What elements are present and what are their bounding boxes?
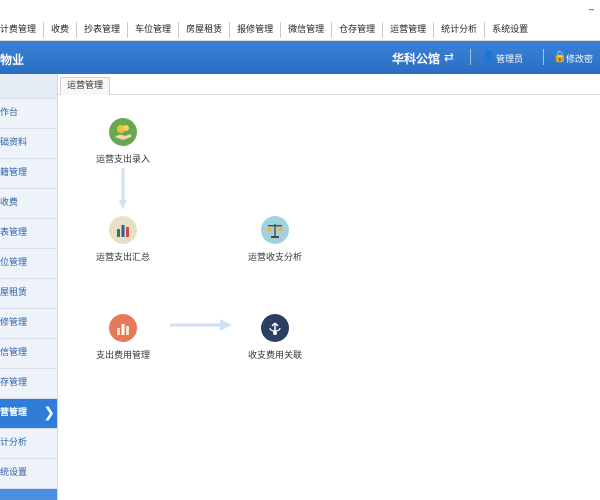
node-label: 运营收支分析 [247,253,302,263]
organization-name: 华科公馆 [392,52,441,66]
menu-repair[interactable]: 报修管理 [230,22,282,38]
sidebar-item-repair[interactable]: 修管理 [0,309,57,339]
menu-charge[interactable]: 收费 [44,22,78,38]
node-label: 运营支出汇总 [95,253,150,263]
sidebar-top [0,74,57,99]
header-divider [543,49,544,65]
menu-settings[interactable]: 系统设置 [485,22,535,38]
app-header: 物业 华科公馆 ⇄ 👤 管理员 🔒 修改密 [0,41,600,74]
sidebar-item-registry[interactable]: 籍管理 [0,159,57,189]
sidebar-item-operations[interactable]: 营管理 ❯ [0,399,57,429]
bar-chart-icon [109,216,137,244]
menu-billing[interactable]: 计费管理 [0,22,45,38]
menu-operations[interactable]: 运营管理 [383,22,435,38]
share-link-icon [261,314,289,342]
lock-icon: 🔒 [553,50,567,63]
menu-meter-reading[interactable]: 抄表管理 [77,22,129,38]
top-menu-bar: 计费管理 收费 抄表管理 车位管理 房屋租赁 报修管理 微信管理 仓存管理 运营… [0,0,600,41]
switch-icon[interactable]: ⇄ [444,50,454,64]
tab-bar: 运营管理 [58,74,600,95]
user-icon: 👤 [482,50,496,63]
node-expense-summary[interactable]: 运营支出汇总 [88,216,158,263]
app-title: 物业 [0,53,25,67]
node-expense-entry[interactable]: 运营支出录入 [88,118,158,165]
arrow-right-connector [170,319,232,331]
sidebar-item-wechat[interactable]: 信管理 [0,339,57,369]
node-label: 收支费用关联 [247,351,302,361]
node-income-expense-link[interactable]: 收支费用关联 [240,314,310,361]
change-password-link[interactable]: 修改密 [566,52,593,65]
sidebar-item-rental[interactable]: 屋租赁 [0,279,57,309]
sidebar-item-settings[interactable]: 统设置 [0,459,57,489]
bar-chart-icon [109,314,137,342]
menu-parking[interactable]: 车位管理 [128,22,180,38]
menu-warehouse[interactable]: 仓存管理 [332,22,384,38]
tab-operations[interactable]: 运营管理 [60,77,111,95]
node-expense-management[interactable]: 支出费用管理 [88,314,158,361]
top-menu-items: 计费管理 收费 抄表管理 车位管理 房屋租赁 报修管理 微信管理 仓存管理 运营… [0,22,535,38]
menu-rental[interactable]: 房屋租赁 [179,22,231,38]
sidebar-item-warehouse[interactable]: 存管理 [0,369,57,399]
chevron-right-icon: ❯ [43,405,55,421]
sidebar-item-charge[interactable]: 收费 [0,189,57,219]
sidebar: 作台 础资料 籍管理 收费 表管理 位管理 屋租赁 修管理 信管理 存管理 营管… [0,74,58,500]
sidebar-item-extra[interactable] [0,489,57,500]
sidebar-item-label: 营管理 [0,408,28,418]
sidebar-item-statistics[interactable]: 计分析 [0,429,57,459]
header-divider [470,49,471,65]
menu-wechat[interactable]: 微信管理 [281,22,333,38]
minimize-button[interactable]: _ [589,0,594,11]
current-user[interactable]: 管理员 [496,52,523,65]
node-income-expense-analysis[interactable]: 运营收支分析 [240,216,310,263]
sidebar-item-basic-data[interactable]: 础资料 [0,129,57,159]
node-label: 运营支出录入 [95,155,150,165]
sidebar-item-parking[interactable]: 位管理 [0,249,57,279]
arrow-down-connector [119,168,127,210]
balance-scale-icon [261,216,289,244]
menu-statistics[interactable]: 统计分析 [434,22,486,38]
sidebar-item-workbench[interactable]: 作台 [0,99,57,129]
money-hand-icon [109,118,137,146]
sidebar-item-meter[interactable]: 表管理 [0,219,57,249]
node-label: 支出费用管理 [95,351,150,361]
